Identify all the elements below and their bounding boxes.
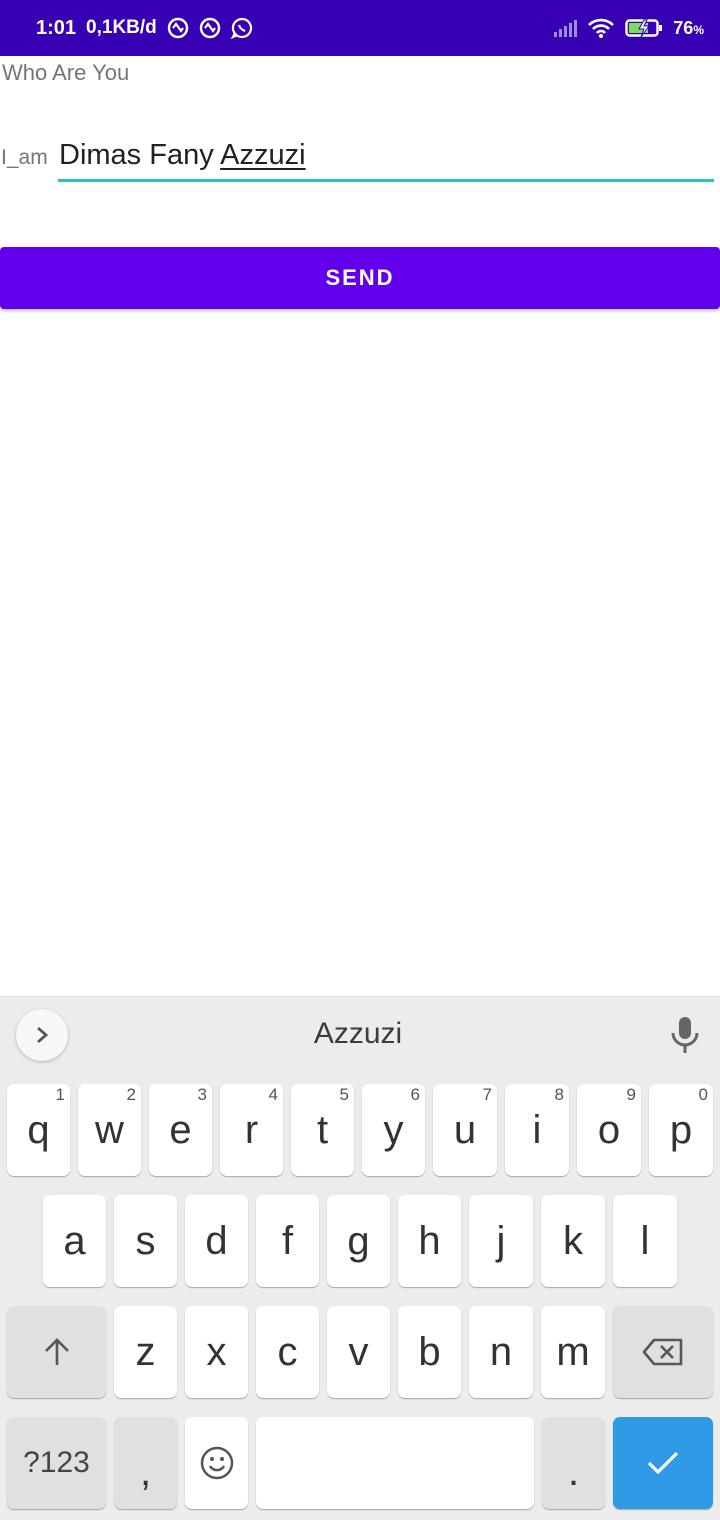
key-s[interactable]: s — [114, 1195, 177, 1287]
key-g[interactable]: g — [327, 1195, 390, 1287]
status-bar: 1:01 0,1KB/d 76% — [0, 0, 720, 56]
key-n[interactable]: n — [469, 1306, 533, 1398]
page-title: Who Are You — [2, 60, 130, 85]
name-input-value: Dimas Fany — [59, 139, 221, 171]
key-k[interactable]: k — [541, 1195, 605, 1287]
key-h[interactable]: h — [398, 1195, 461, 1287]
suggestion-toggle-button[interactable] — [16, 1009, 68, 1061]
shift-arrow-icon — [44, 1338, 69, 1365]
key-t[interactable]: t5 — [291, 1084, 354, 1176]
key-u[interactable]: u7 — [433, 1084, 497, 1176]
notification-icon — [199, 17, 220, 39]
key-d[interactable]: d — [185, 1195, 248, 1287]
microphone-icon[interactable] — [668, 1015, 702, 1055]
status-right: 76% — [553, 0, 704, 56]
space-bar[interactable] — [256, 1417, 534, 1509]
checkmark-icon — [647, 1451, 679, 1475]
key-e[interactable]: e3 — [149, 1084, 212, 1176]
network-speed: 0,1KB/d — [86, 17, 157, 38]
status-left: 1:01 0,1KB/d — [36, 0, 253, 56]
key-x[interactable]: x — [185, 1306, 248, 1398]
key-f[interactable]: f — [256, 1195, 319, 1287]
shift-key[interactable] — [7, 1306, 106, 1398]
key-a[interactable]: a — [43, 1195, 106, 1287]
key-i[interactable]: i8 — [505, 1084, 569, 1176]
period-key[interactable]: . — [542, 1417, 605, 1509]
signal-icon — [554, 20, 578, 37]
chevron-right-icon — [37, 1026, 49, 1044]
key-c[interactable]: c — [256, 1306, 319, 1398]
word-suggestion[interactable]: Azzuzi — [258, 1017, 458, 1051]
wifi-icon — [588, 18, 615, 38]
backspace-key[interactable] — [613, 1306, 713, 1398]
key-j[interactable]: j — [469, 1195, 533, 1287]
key-q[interactable]: q1 — [7, 1084, 70, 1176]
name-input-composing-text: Azzuzi — [220, 139, 306, 171]
name-input[interactable]: Dimas Fany Azzuzi — [58, 136, 714, 182]
clock: 1:01 — [36, 16, 77, 39]
backspace-icon — [642, 1338, 683, 1366]
key-m[interactable]: m — [541, 1306, 605, 1398]
emoji-key[interactable] — [185, 1417, 248, 1509]
whatsapp-icon — [230, 17, 252, 39]
notification-icon — [167, 17, 188, 39]
battery-charging-icon — [625, 19, 663, 38]
battery-level: 76% — [673, 17, 704, 38]
soft-keyboard: Azzuzi q1 w2 e3 r4 t5 y6 u7 i8 o9 p0 a s… — [0, 996, 720, 1520]
enter-key[interactable] — [613, 1417, 713, 1509]
key-y[interactable]: y6 — [362, 1084, 425, 1176]
key-p[interactable]: p0 — [649, 1084, 713, 1176]
key-z[interactable]: z — [114, 1306, 177, 1398]
symbols-key[interactable]: ?123 — [7, 1417, 106, 1509]
send-button[interactable]: SEND — [0, 247, 720, 309]
key-l[interactable]: l — [613, 1195, 677, 1287]
key-w[interactable]: w2 — [78, 1084, 141, 1176]
emoji-icon — [200, 1446, 233, 1480]
comma-key[interactable]: , — [114, 1417, 177, 1509]
key-b[interactable]: b — [398, 1306, 461, 1398]
key-v[interactable]: v — [327, 1306, 390, 1398]
i-am-label: I_am — [1, 146, 48, 169]
key-r[interactable]: r4 — [220, 1084, 283, 1176]
key-o[interactable]: o9 — [577, 1084, 641, 1176]
